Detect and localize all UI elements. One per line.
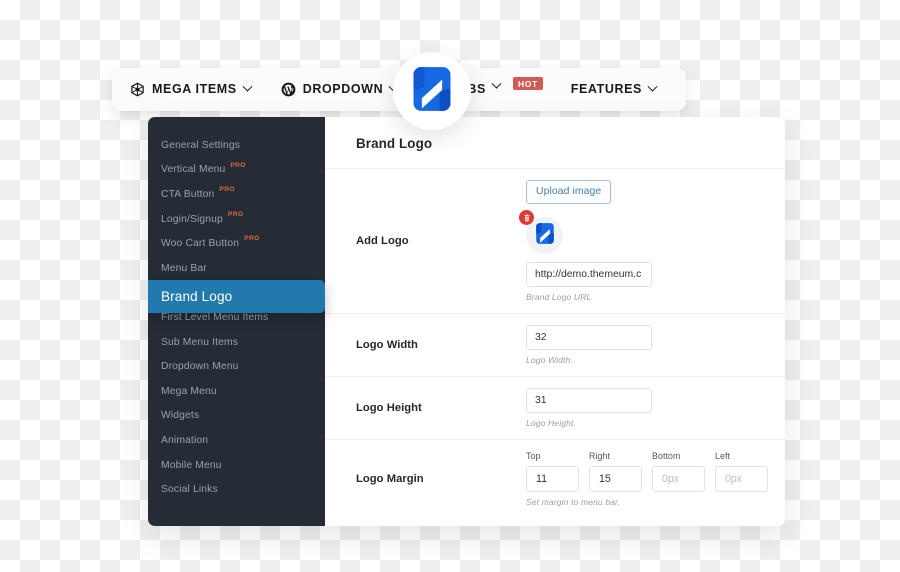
sidebar-item-label: Social Links [161, 484, 218, 496]
sidebar-item-woo-cart-button[interactable]: Woo Cart Button PRO [148, 231, 325, 256]
wordpress-icon [281, 82, 296, 97]
logo-thumbnail[interactable] [519, 210, 563, 254]
sidebar-item-label: Menu Bar [161, 262, 207, 274]
margin-caption: Top [526, 451, 541, 461]
logo-height-input[interactable] [526, 388, 652, 413]
pro-badge: PRO [219, 186, 235, 194]
menu-item-label: MEGA ITEMS [152, 82, 237, 97]
sidebar-item-social-links[interactable]: Social Links [148, 477, 325, 502]
sidebar-item-label: Woo Cart Button [161, 238, 240, 250]
row-logo-margin: Logo Margin Top Right Bottom [325, 440, 785, 518]
row-label: Logo Width [356, 339, 418, 351]
row-field: Logo Height. [526, 377, 785, 439]
sidebar-item-label: Mega Menu [161, 385, 217, 397]
sidebar-item-label: Login/Signup [161, 213, 223, 225]
pro-badge: PRO [230, 161, 246, 169]
margin-caption: Left [715, 451, 731, 461]
menu-left-group: MEGA ITEMS DROPDOWN [112, 81, 399, 97]
margin-caption: Bottom [652, 451, 681, 461]
sidebar-item-dropdown-menu[interactable]: Dropdown Menu [148, 354, 325, 379]
sidebar-item-menu-bar[interactable]: Menu Bar [148, 256, 325, 281]
trash-icon [523, 209, 531, 227]
menu-item-mega-items[interactable]: MEGA ITEMS [130, 81, 253, 97]
sidebar-item-mega-menu[interactable]: Mega Menu [148, 379, 325, 404]
sidebar-item-label: Dropdown Menu [161, 361, 239, 373]
brand-logo-bubble [393, 52, 471, 130]
sidebar-item-vertical-menu[interactable]: Vertical Menu PRO [148, 158, 325, 183]
row-logo-height: Logo Height Logo Height. [325, 377, 785, 440]
sidebar-item-label: Widgets [161, 410, 200, 422]
sidebar-item-general-settings[interactable]: General Settings [148, 133, 325, 158]
settings-panel: General Settings Vertical Menu PRO CTA B… [148, 117, 785, 526]
menu-item-label: FEATURES [570, 82, 642, 97]
sidebar-item-mobile-menu[interactable]: Mobile Menu [148, 453, 325, 478]
field-note: Set margin to menu bar. [526, 497, 621, 507]
row-logo-width: Logo Width Logo Width. [325, 314, 785, 377]
pro-badge: PRO [244, 235, 260, 243]
settings-sidebar: General Settings Vertical Menu PRO CTA B… [148, 117, 325, 526]
row-field: Upload image http://demo.themeum.c Brand… [519, 169, 785, 313]
themeum-logo-icon [411, 66, 453, 116]
menu-right-group: TABS HOT FEATURES [451, 77, 687, 97]
menu-item-features[interactable]: FEATURES [570, 81, 658, 97]
margin-caption: Right [589, 451, 611, 461]
menu-item-dropdown[interactable]: DROPDOWN [281, 81, 399, 97]
row-field: Top Right Bottom Left [526, 440, 785, 518]
field-note: Brand Logo URL [526, 292, 592, 302]
margin-bottom-input[interactable] [652, 466, 705, 492]
sidebar-item-label: General Settings [161, 139, 241, 151]
sidebar-item-widgets[interactable]: Widgets [148, 404, 325, 429]
sidebar-item-label: Sub Menu Items [161, 336, 239, 348]
hot-badge: HOT [513, 77, 543, 91]
scene-root: MEGA ITEMS DROPDOWN TABS HOT [0, 0, 900, 572]
sidebar-item-brand-logo[interactable]: Brand Logo [148, 280, 325, 313]
sidebar-item-label: Brand Logo [161, 289, 233, 304]
margin-cell-left: Left [715, 451, 768, 492]
row-label: Logo Height [356, 402, 422, 414]
chevron-down-icon [491, 78, 502, 89]
field-note: Logo Width. [526, 355, 573, 365]
row-label: Logo Margin [356, 473, 424, 485]
margin-cell-right: Right [589, 451, 642, 492]
hexagon-icon [130, 82, 145, 97]
row-label: Add Logo [356, 235, 409, 247]
brand-logo-url-input[interactable] [526, 262, 652, 287]
row-field: Logo Width. [526, 314, 785, 376]
chevron-down-icon [242, 81, 253, 92]
sidebar-item-label: Animation [161, 434, 209, 446]
logo-width-input[interactable] [526, 325, 652, 350]
themeum-logo-icon [535, 222, 555, 249]
sidebar-item-animation[interactable]: Animation [148, 428, 325, 453]
settings-content: Brand Logo Add Logo Upload image http://… [325, 117, 785, 526]
margin-cell-top: Top [526, 451, 579, 492]
delete-logo-button[interactable] [519, 210, 534, 225]
sidebar-item-label: First Level Menu Items [161, 311, 269, 323]
sidebar-item-login-signup[interactable]: Login/Signup PRO [148, 207, 325, 232]
margin-top-input[interactable] [526, 466, 579, 492]
sidebar-item-sub-menu-items[interactable]: Sub Menu Items [148, 330, 325, 355]
sidebar-item-cta-button[interactable]: CTA Button PRO [148, 182, 325, 207]
row-add-logo: Add Logo Upload image http://demo.themeu… [325, 169, 785, 314]
pro-badge: PRO [227, 210, 244, 218]
sidebar-item-label: Mobile Menu [161, 459, 222, 471]
page-title: Brand Logo [356, 136, 433, 151]
margin-cell-bottom: Bottom [652, 451, 705, 492]
sidebar-item-label: Vertical Menu [161, 164, 226, 176]
margin-right-input[interactable] [589, 466, 642, 492]
margin-left-input[interactable] [715, 466, 768, 492]
sidebar-item-label: CTA Button [161, 188, 215, 200]
menu-item-label: DROPDOWN [302, 82, 384, 97]
chevron-down-icon [647, 81, 658, 92]
margin-group: Top Right Bottom Left [526, 451, 785, 492]
upload-image-button[interactable]: Upload image [526, 180, 612, 204]
field-note: Logo Height. [526, 418, 576, 428]
